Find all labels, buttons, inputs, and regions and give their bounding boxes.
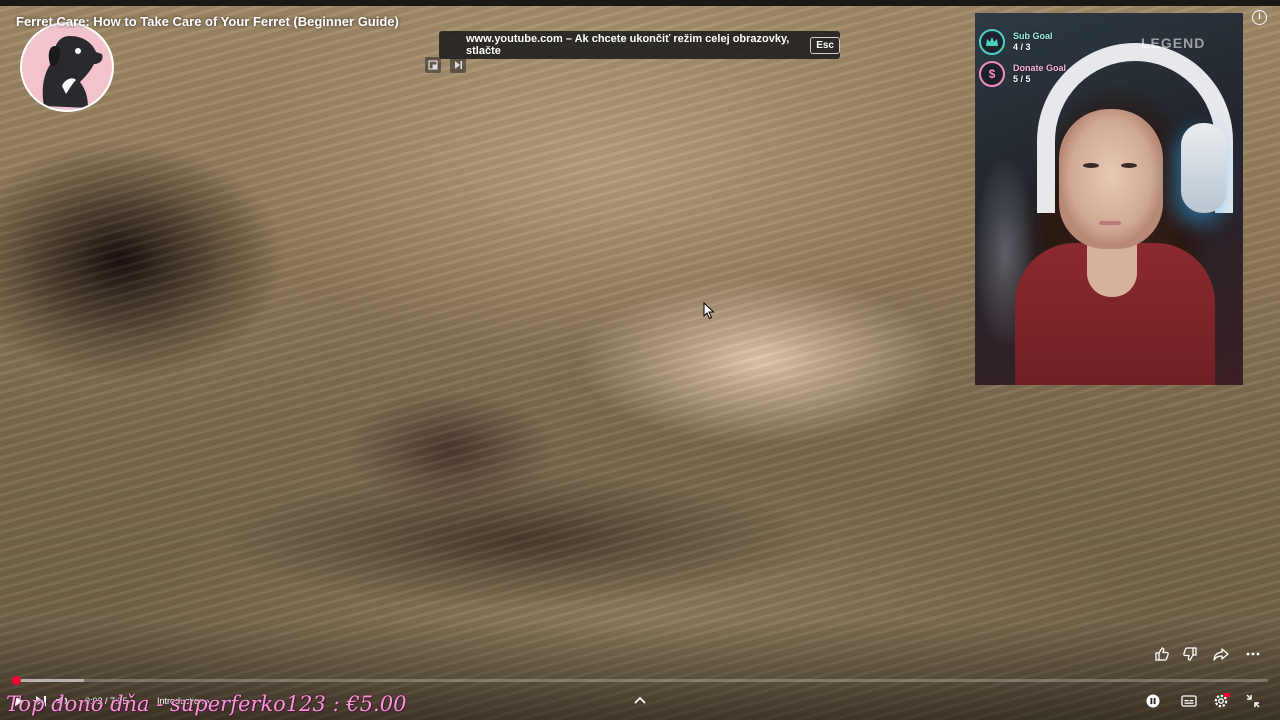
mouth: [1099, 221, 1121, 225]
crown-icon: [979, 29, 1005, 55]
chevron-up-icon[interactable]: [627, 689, 653, 711]
dislike-icon[interactable]: [1180, 644, 1200, 664]
progress-buffered: [12, 679, 84, 682]
dollar-icon: $: [979, 61, 1005, 87]
miniplayer-icon[interactable]: [425, 57, 441, 73]
fullscreen-notice: www.youtube.com – Ak chcete ukončiť reži…: [439, 31, 840, 59]
donate-goal-value: 5 / 5: [1013, 74, 1031, 84]
headset-earcup: [1181, 123, 1227, 213]
sub-goal-widget: Sub Goal 4 / 3: [979, 29, 1053, 55]
esc-key-badge: Esc: [810, 36, 840, 54]
dog-logo-icon: [24, 26, 110, 110]
video-title[interactable]: Ferret Care: How to Take Care of Your Fe…: [16, 14, 399, 29]
donate-goal-widget: $ Donate Goal 5 / 5: [979, 61, 1066, 87]
autoplay-toggle-icon[interactable]: [1144, 692, 1162, 710]
sub-goal-value: 4 / 3: [1013, 42, 1031, 52]
exit-fullscreen-icon[interactable]: [1244, 692, 1262, 710]
top-strip: [0, 0, 1280, 6]
progress-bar[interactable]: [12, 676, 1268, 685]
settings-icon[interactable]: [1212, 692, 1230, 710]
fullscreen-notice-message: www.youtube.com – Ak chcete ukončiť reži…: [466, 33, 790, 57]
top-donor-banner: Top dono dňa - superferko123 : €5.00: [6, 692, 407, 716]
subtitles-icon[interactable]: [1180, 692, 1198, 710]
info-icon[interactable]: i: [1252, 10, 1267, 25]
mouse-cursor-icon: [703, 302, 715, 320]
skip-next-icon[interactable]: [450, 57, 466, 73]
donate-goal-label: Donate Goal: [1013, 63, 1067, 73]
more-icon[interactable]: [1243, 644, 1263, 664]
share-icon[interactable]: [1211, 644, 1231, 664]
sub-goal-label: Sub Goal: [1013, 31, 1053, 41]
progress-scrubber[interactable]: [12, 676, 21, 685]
streamer-webcam: LEGEND Sub Goal 4 / 3 $ Donate Goal 5 / …: [975, 13, 1243, 385]
channel-logo[interactable]: [20, 22, 114, 112]
headset-brand-logo: LEGEND: [1141, 35, 1206, 51]
like-icon[interactable]: [1152, 644, 1172, 664]
